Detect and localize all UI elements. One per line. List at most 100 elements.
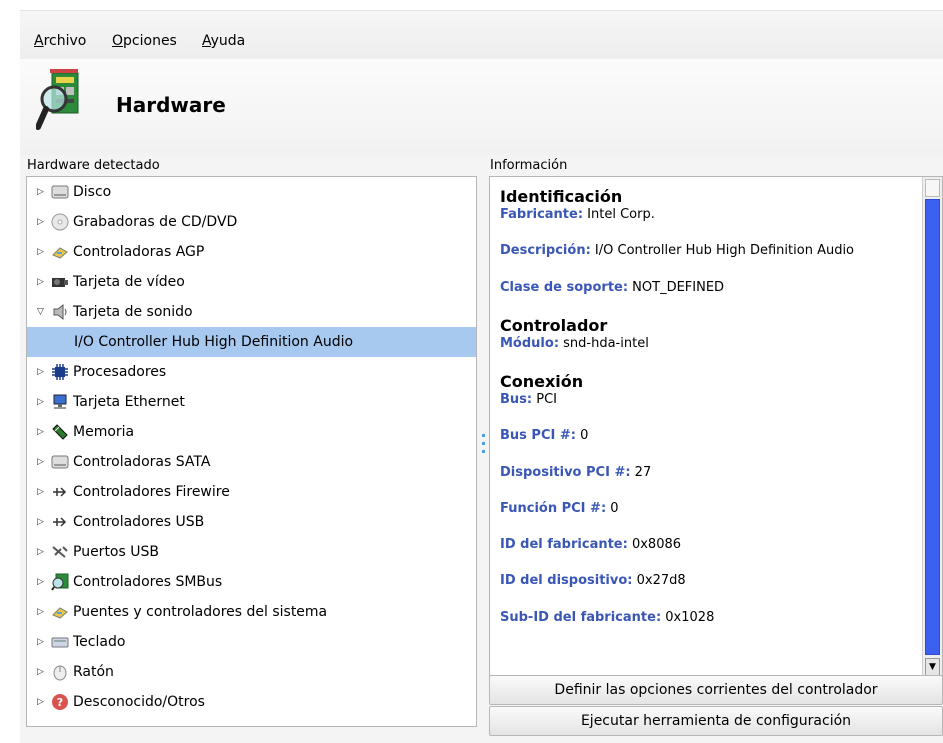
- expand-arrow-icon[interactable]: ▷: [37, 607, 47, 617]
- expand-arrow-icon[interactable]: ▷: [37, 247, 47, 257]
- hardware-tree[interactable]: ▷ Disco ▷ Grabadoras de CD/DVD ▷ Controladora…: [26, 176, 477, 727]
- menu-archivo[interactable]: Archivo: [34, 33, 86, 49]
- tree-item-selected[interactable]: I/O Controller Hub High Definition Audio: [27, 327, 476, 357]
- scroll-down-button[interactable]: ▼: [925, 658, 940, 676]
- expand-arrow-icon[interactable]: ▷: [37, 667, 47, 677]
- video-card-icon: [51, 273, 69, 291]
- hardware-window: Archivo Opciones Ayuda Hardware Hardware…: [20, 10, 943, 743]
- splitter-handle[interactable]: [482, 434, 486, 464]
- info-section-heading: Conexión: [500, 372, 584, 391]
- info-group-label: Información: [490, 158, 571, 173]
- usb-icon: [51, 513, 69, 531]
- expand-arrow-icon[interactable]: ▷: [37, 277, 47, 287]
- tree-item[interactable]: ▷ Memoria: [27, 417, 476, 447]
- expand-arrow-icon[interactable]: ▷: [37, 697, 47, 707]
- menu-ayuda-accel: A: [202, 33, 211, 49]
- expand-arrow-icon[interactable]: ▷: [37, 397, 47, 407]
- info-field-value: PCI: [532, 392, 557, 407]
- tree-item[interactable]: ▽ Tarjeta de sonido: [27, 297, 476, 327]
- tree-item[interactable]: ▷? Desconocido/Otros: [27, 687, 476, 717]
- scroll-thumb[interactable]: [925, 199, 940, 655]
- info-field-value: Intel Corp.: [583, 207, 655, 222]
- tree-item[interactable]: ▷ Controladores USB: [27, 507, 476, 537]
- svg-text:?: ?: [57, 696, 63, 709]
- smbus-icon: [51, 573, 69, 591]
- collapse-arrow-icon[interactable]: ▽: [37, 307, 47, 317]
- processor-icon: [51, 363, 69, 381]
- info-field-value: 27: [630, 464, 652, 480]
- info-field-key: Dispositivo PCI #:: [500, 464, 631, 480]
- info-field-key: Módulo:: [500, 335, 560, 351]
- info-field-value: 0x27d8: [632, 573, 686, 589]
- menu-opciones-label: pciones: [123, 33, 177, 49]
- tree-item-label: Desconocido/Otros: [73, 694, 205, 710]
- banner-title: Hardware: [116, 93, 226, 117]
- info-field: Bus PCI #: 0: [500, 428, 915, 444]
- expand-arrow-icon[interactable]: ▷: [37, 187, 47, 197]
- tree-item[interactable]: ▷ Controladores Firewire: [27, 477, 476, 507]
- tree-item[interactable]: ▷ Puentes y controladores del sistema: [27, 597, 476, 627]
- expand-arrow-icon[interactable]: ▷: [37, 487, 47, 497]
- banner: Hardware: [20, 59, 943, 155]
- expand-arrow-icon[interactable]: ▷: [37, 637, 47, 647]
- info-field-value: snd-hda-intel: [559, 335, 649, 351]
- tree-item[interactable]: ▷ Grabadoras de CD/DVD: [27, 207, 476, 237]
- hardware-magnifier-icon: [36, 69, 79, 130]
- tree-item[interactable]: ▷ Teclado: [27, 627, 476, 657]
- info-field-key: Clase de soporte:: [500, 279, 629, 295]
- unknown-icon: ?: [51, 693, 69, 711]
- tree-item[interactable]: ▷ Tarjeta Ethernet: [27, 387, 476, 417]
- info-field: Dispositivo PCI #: 27: [500, 465, 915, 481]
- run-config-tool-button[interactable]: Ejecutar herramienta de configuración: [489, 706, 943, 736]
- tree-item[interactable]: ▷ Puertos USB: [27, 537, 476, 567]
- expand-arrow-icon[interactable]: ▷: [37, 427, 47, 437]
- info-field-value: 0: [575, 428, 589, 444]
- tree-item-label: Controladores Firewire: [73, 484, 230, 500]
- expand-arrow-icon[interactable]: ▷: [37, 547, 47, 557]
- keyboard-icon: [51, 633, 69, 651]
- expand-arrow-icon[interactable]: ▷: [37, 577, 47, 587]
- expand-arrow-icon[interactable]: ▷: [37, 517, 47, 527]
- tree-item-label: Tarjeta de vídeo: [73, 274, 185, 290]
- usb-port-icon: [51, 543, 69, 561]
- tree-item[interactable]: ▷ Controladoras AGP: [27, 237, 476, 267]
- menubar: Archivo Opciones Ayuda: [20, 11, 943, 59]
- info-scrollbar[interactable]: ▼: [922, 177, 942, 678]
- info-field-key: Función PCI #:: [500, 500, 607, 516]
- disk-icon: [51, 183, 69, 201]
- tree-item-label: Controladores SMBus: [73, 574, 223, 590]
- menu-ayuda[interactable]: Ayuda: [202, 33, 245, 49]
- menu-opciones[interactable]: Opciones: [112, 33, 177, 49]
- tree-item-label: Controladoras AGP: [73, 244, 205, 260]
- tree-item[interactable]: ▷ Procesadores: [27, 357, 476, 387]
- tree-item[interactable]: ▷ Disco: [27, 177, 476, 207]
- tree-item[interactable]: ▷ Controladoras SATA: [27, 447, 476, 477]
- tree-item[interactable]: ▷ Tarjeta de vídeo: [27, 267, 476, 297]
- expand-arrow-icon[interactable]: ▷: [37, 367, 47, 377]
- info-field: ID del fabricante: 0x8086: [500, 537, 915, 553]
- tree-item-label: Puentes y controladores del sistema: [73, 604, 328, 620]
- tree-item-label: Ratón: [73, 664, 114, 680]
- tree-item-label: I/O Controller Hub High Definition Audio: [74, 334, 354, 350]
- tree-item-label: Tarjeta Ethernet: [73, 394, 185, 410]
- driver-options-button[interactable]: Definir las opciones corrientes del cont…: [489, 675, 943, 705]
- info-section-heading: Identificación: [500, 187, 623, 206]
- info-field: Sub-ID del fabricante: 0x1028: [500, 610, 915, 626]
- tree-item[interactable]: ▷ Controladores SMBus: [27, 567, 476, 597]
- tree-group-label: Hardware detectado: [27, 158, 163, 173]
- expand-arrow-icon[interactable]: ▷: [37, 457, 47, 467]
- sata-icon: [51, 453, 69, 471]
- tree-item[interactable]: ▷ Ratón: [27, 657, 476, 687]
- info-field: Módulo: snd-hda-intel: [500, 336, 915, 352]
- info-content: Identificación Fabricante: Intel Corp. Des…: [500, 187, 915, 646]
- mouse-icon: [51, 663, 69, 681]
- menu-opciones-accel: O: [112, 33, 124, 49]
- info-field: Descripción: I/O Controller Hub High Def…: [500, 243, 915, 259]
- tree-item-label: Procesadores: [73, 364, 167, 380]
- expand-arrow-icon[interactable]: ▷: [37, 217, 47, 227]
- info-field-key: ID del fabricante:: [500, 537, 628, 552]
- scroll-up-button[interactable]: [925, 179, 940, 197]
- info-field-key: Descripción:: [500, 243, 591, 259]
- info-field-value: 0x8086: [627, 537, 682, 552]
- info-field: ID del dispositivo: 0x27d8: [500, 573, 915, 589]
